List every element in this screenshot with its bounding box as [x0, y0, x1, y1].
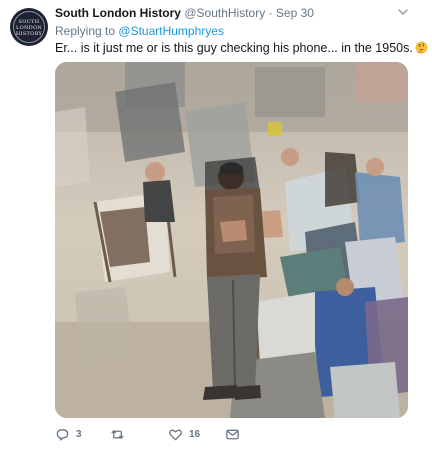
like-action[interactable]: 16: [168, 426, 200, 442]
avatar[interactable]: SOUTH LONDON HISTORY: [10, 8, 48, 46]
thinking-face-icon: [415, 41, 428, 54]
envelope-icon: [226, 429, 239, 439]
beach-photo-image: [55, 62, 408, 418]
avatar-text-3: HISTORY: [15, 31, 43, 37]
retweet-action[interactable]: [110, 426, 131, 442]
tweet-photo[interactable]: [55, 62, 408, 418]
user-handle[interactable]: @SouthHistory: [184, 6, 265, 20]
tweet-actions: 3 16: [55, 426, 335, 444]
tweet-body: Er... is it just me or is this guy check…: [55, 41, 413, 55]
reply-prefix: Replying to: [55, 24, 116, 38]
reply-action[interactable]: 3: [55, 426, 82, 442]
chevron-down-icon[interactable]: [396, 5, 410, 19]
replying-to: Replying to @StuartHumphryes: [55, 24, 224, 39]
reply-icon: [56, 428, 69, 441]
like-count: 16: [189, 428, 201, 440]
direct-message-action[interactable]: [225, 426, 240, 442]
heart-icon: [169, 429, 182, 440]
reply-mention-link[interactable]: @StuartHumphryes: [118, 24, 224, 38]
tweet-timestamp[interactable]: Sep 30: [276, 6, 314, 20]
tweet-card: SOUTH LONDON HISTORY South London Histor…: [0, 0, 432, 451]
retweet-icon: [111, 429, 124, 439]
reply-count: 3: [76, 428, 82, 440]
display-name[interactable]: South London History: [55, 6, 181, 20]
separator-dot: ·: [268, 6, 273, 20]
tweet-header: South London History @SouthHistory · Sep…: [55, 6, 314, 21]
tweet-text: Er... is it just me or is this guy check…: [55, 40, 428, 56]
